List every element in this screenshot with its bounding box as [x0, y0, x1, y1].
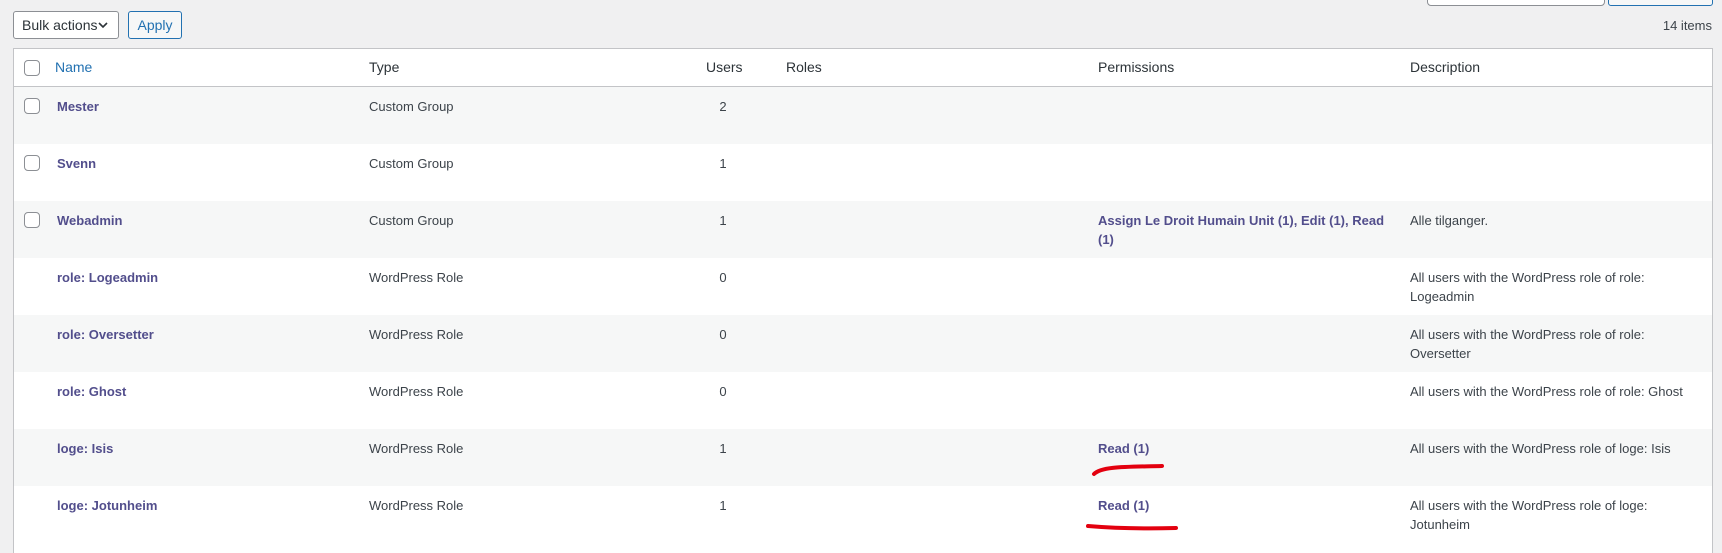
group-users-count: 0	[719, 270, 727, 285]
search-input[interactable]	[1427, 0, 1605, 6]
group-users-count: 1	[719, 498, 727, 513]
group-type: WordPress Role	[369, 384, 464, 399]
red-underline-annotation	[1092, 464, 1164, 476]
chevron-down-icon	[98, 22, 108, 29]
apply-button[interactable]: Apply	[128, 11, 182, 39]
table-header: Name Type Users Roles Permissions Descri…	[14, 49, 1712, 87]
table-row: loge: Isis WordPress Role 1 Read (1) All…	[14, 429, 1712, 486]
group-type: Custom Group	[369, 156, 454, 171]
column-name-header[interactable]: Name	[55, 49, 92, 86]
group-users-count: 2	[719, 99, 727, 114]
group-users-count: 0	[719, 384, 727, 399]
group-name-link[interactable]: Mester	[57, 99, 99, 114]
group-type: WordPress Role	[369, 270, 464, 285]
group-name-link[interactable]: role: Ghost	[57, 384, 126, 399]
column-roles-header: Roles	[786, 59, 822, 75]
group-name-link[interactable]: Webadmin	[57, 213, 123, 228]
group-name-link[interactable]: Svenn	[57, 156, 96, 171]
group-description: All users with the WordPress role of log…	[1410, 498, 1648, 532]
row-checkbox[interactable]	[24, 212, 40, 228]
table-row: Svenn Custom Group 1	[14, 144, 1712, 201]
search-button[interactable]	[1608, 0, 1713, 6]
group-users-count: 1	[719, 156, 727, 171]
permissions-link[interactable]: Assign Le Droit Humain Unit (1), Edit (1…	[1098, 213, 1384, 247]
table-row: loge: Jotunheim WordPress Role 1 Read (1…	[14, 486, 1712, 543]
group-description: All users with the WordPress role of rol…	[1410, 327, 1645, 361]
select-all-checkbox[interactable]	[24, 60, 40, 76]
red-underline-annotation	[1086, 524, 1178, 531]
table-row: Mester Custom Group 2	[14, 87, 1712, 144]
group-type: WordPress Role	[369, 327, 464, 342]
group-description: All users with the WordPress role of rol…	[1410, 384, 1683, 399]
table-body: Mester Custom Group 2 Svenn Custom Group…	[14, 87, 1712, 543]
group-type: Custom Group	[369, 213, 454, 228]
column-description-header: Description	[1410, 59, 1481, 75]
group-users-count: 1	[719, 213, 727, 228]
column-users-header: Users	[706, 59, 743, 75]
group-name-link[interactable]: loge: Isis	[57, 441, 113, 456]
group-type: WordPress Role	[369, 441, 464, 456]
group-users-count: 0	[719, 327, 727, 342]
column-type-header: Type	[369, 59, 400, 75]
group-type: Custom Group	[369, 99, 454, 114]
tablenav-top: Bulk actions Apply 14 items	[0, 0, 1722, 48]
group-name-link[interactable]: role: Oversetter	[57, 327, 154, 342]
groups-table: Name Type Users Roles Permissions Descri…	[13, 48, 1713, 553]
group-description: All users with the WordPress role of rol…	[1410, 270, 1645, 304]
group-description: All users with the WordPress role of log…	[1410, 441, 1671, 456]
item-count: 14 items	[1662, 18, 1712, 33]
table-row: role: Oversetter WordPress Role 0 All us…	[14, 315, 1712, 372]
row-checkbox[interactable]	[24, 98, 40, 114]
column-permissions-header: Permissions	[1098, 59, 1175, 75]
permissions-link[interactable]: Read (1)	[1098, 441, 1149, 456]
row-checkbox[interactable]	[24, 155, 40, 171]
group-type: WordPress Role	[369, 498, 464, 513]
table-row: role: Ghost WordPress Role 0 All users w…	[14, 372, 1712, 429]
bulk-actions-label: Bulk actions	[22, 17, 98, 33]
group-name-link[interactable]: loge: Jotunheim	[57, 498, 157, 513]
group-description: Alle tilganger.	[1410, 213, 1489, 228]
bulk-actions-select[interactable]: Bulk actions	[13, 11, 119, 39]
table-row: Webadmin Custom Group 1 Assign Le Droit …	[14, 201, 1712, 258]
permissions-link[interactable]: Read (1)	[1098, 498, 1149, 513]
group-name-link[interactable]: role: Logeadmin	[57, 270, 158, 285]
table-row: role: Logeadmin WordPress Role 0 All use…	[14, 258, 1712, 315]
group-users-count: 1	[719, 441, 727, 456]
